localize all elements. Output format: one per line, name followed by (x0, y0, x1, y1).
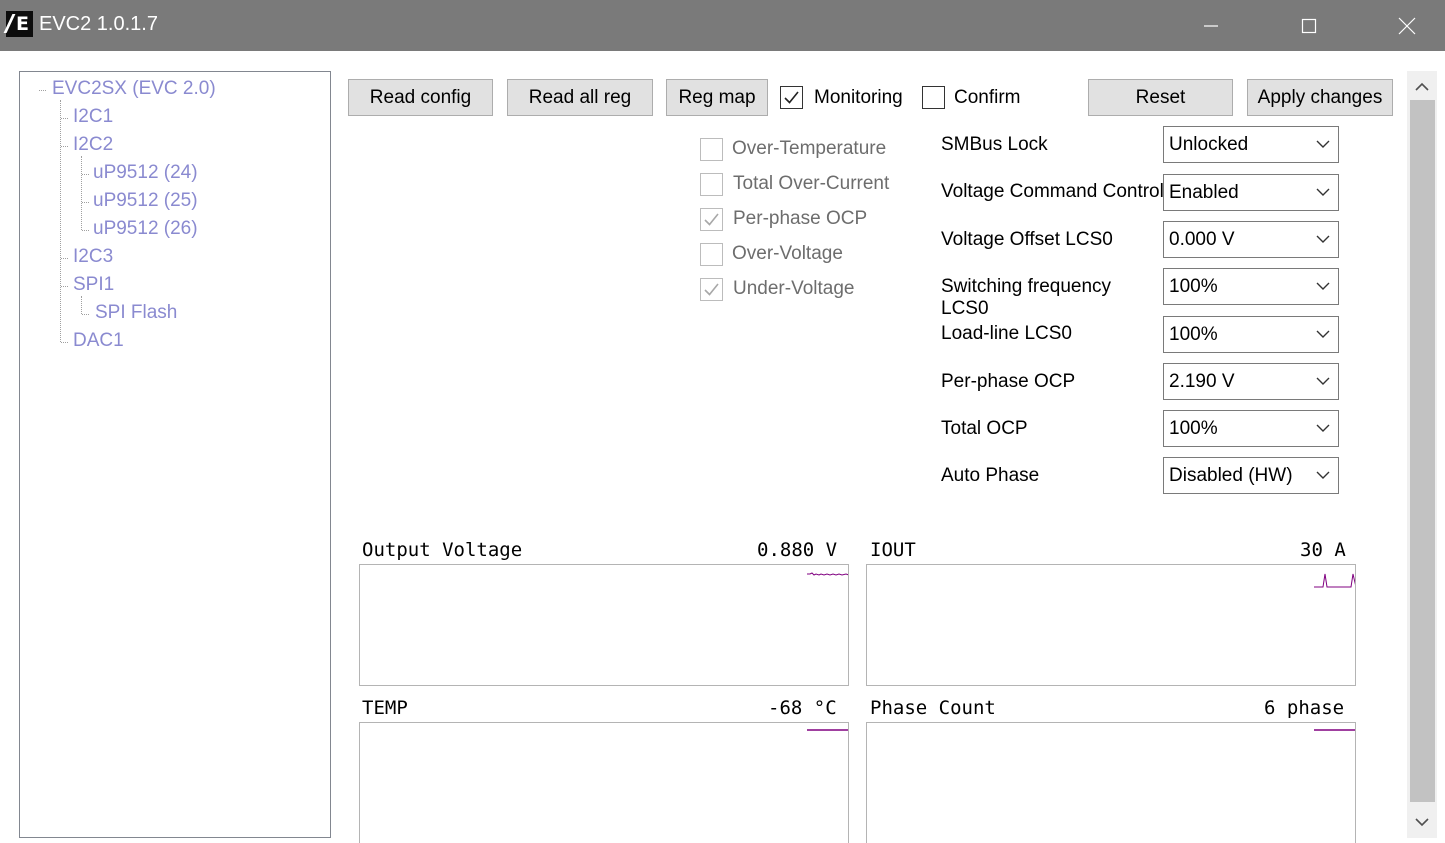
voltage-offset-select[interactable]: 0.000 V (1163, 221, 1339, 258)
check-icon (704, 213, 719, 226)
chevron-down-icon (1316, 282, 1330, 290)
reg-map-button[interactable]: Reg map (666, 79, 768, 116)
tree-item-up9512-25[interactable]: uP9512 (25) (93, 190, 198, 212)
monitoring-label: Monitoring (814, 87, 903, 108)
over-voltage-checkbox[interactable] (700, 243, 723, 266)
per-phase-ocp-select[interactable]: 2.190 V (1163, 363, 1339, 400)
scroll-down-button[interactable] (1407, 808, 1437, 836)
read-config-button[interactable]: Read config (348, 79, 493, 116)
chevron-down-icon (1316, 424, 1330, 432)
total-over-current-label: Total Over-Current (733, 173, 890, 194)
check-icon (704, 283, 719, 296)
output-voltage-trace (807, 572, 848, 576)
over-voltage-label: Over-Voltage (732, 243, 843, 264)
check-icon (784, 91, 799, 104)
monitoring-checkbox[interactable] (780, 86, 803, 109)
auto-phase-label: Auto Phase (941, 465, 1040, 486)
output-voltage-value: 0.880 V (757, 539, 838, 561)
tree-item-evc2sx[interactable]: EVC2SX (EVC 2.0) (52, 78, 216, 100)
under-voltage-label: Under-Voltage (733, 278, 855, 299)
scroll-up-button[interactable] (1407, 73, 1437, 101)
chevron-down-icon (1316, 377, 1330, 385)
confirm-label: Confirm (954, 87, 1021, 108)
load-line-select[interactable]: 100% (1163, 316, 1339, 353)
per-phase-ocp-setting-label: Per-phase OCP (941, 371, 1076, 392)
switching-frequency-label: Switching frequency LCS0 (941, 276, 1112, 319)
minimize-icon (1204, 24, 1218, 27)
voltage-command-control-select[interactable]: Enabled (1163, 174, 1339, 211)
output-voltage-graph (359, 564, 849, 686)
phase-count-label: Phase Count (870, 697, 996, 719)
maximize-icon (1301, 18, 1317, 33)
auto-phase-select[interactable]: Disabled (HW) (1163, 457, 1339, 494)
tree-item-up9512-24[interactable]: uP9512 (24) (93, 162, 198, 184)
total-ocp-label: Total OCP (941, 418, 1028, 439)
output-voltage-label: Output Voltage (362, 539, 523, 561)
minimize-button[interactable] (1162, 0, 1260, 51)
temp-graph (359, 722, 849, 843)
tree-item-dac1[interactable]: DAC1 (73, 330, 124, 352)
over-temperature-label: Over-Temperature (732, 138, 887, 159)
under-voltage-checkbox[interactable] (700, 278, 723, 301)
chevron-down-icon (1316, 330, 1330, 338)
temp-trace (807, 729, 848, 731)
confirm-checkbox[interactable] (922, 86, 945, 109)
switching-frequency-select[interactable]: 100% (1163, 268, 1339, 305)
total-ocp-select[interactable]: 100% (1163, 410, 1339, 447)
chevron-up-icon (1415, 82, 1429, 91)
reset-button[interactable]: Reset (1088, 79, 1233, 116)
chevron-down-icon (1316, 471, 1330, 479)
read-all-reg-button[interactable]: Read all reg (507, 79, 653, 116)
iout-graph (866, 564, 1356, 686)
iout-value: 30 A (1300, 539, 1346, 561)
phase-count-trace (1314, 729, 1355, 731)
chevron-down-icon (1316, 188, 1330, 196)
close-icon (1398, 17, 1416, 34)
smbus-lock-select[interactable]: Unlocked (1163, 126, 1339, 163)
over-temperature-checkbox[interactable] (700, 138, 723, 161)
load-line-label: Load-line LCS0 (941, 323, 1072, 344)
total-over-current-checkbox[interactable] (700, 173, 723, 196)
maximize-button[interactable] (1260, 0, 1358, 51)
window-title: EVC2 1.0.1.7 (39, 13, 158, 35)
temp-value: -68 °C (768, 697, 837, 719)
device-tree[interactable]: EVC2SX (EVC 2.0) I2C1 I2C2 uP9512 (24) u… (19, 71, 331, 838)
per-phase-ocp-label: Per-phase OCP (733, 208, 868, 229)
iout-trace (1314, 573, 1355, 588)
per-phase-ocp-checkbox[interactable] (700, 208, 723, 231)
chevron-down-icon (1316, 235, 1330, 243)
phase-count-graph (866, 722, 1356, 843)
voltage-offset-label: Voltage Offset LCS0 (941, 229, 1113, 250)
tree-item-up9512-26[interactable]: uP9512 (26) (93, 218, 198, 240)
smbus-lock-label: SMBus Lock (941, 134, 1048, 155)
chevron-down-icon (1415, 818, 1429, 827)
app-logo-icon: E (3, 11, 33, 37)
scroll-thumb[interactable] (1410, 100, 1435, 802)
tree-item-i2c2[interactable]: I2C2 (73, 134, 113, 156)
chevron-down-icon (1316, 140, 1330, 148)
tree-item-i2c3[interactable]: I2C3 (73, 246, 113, 268)
apply-changes-button[interactable]: Apply changes (1247, 79, 1393, 116)
phase-count-value: 6 phase (1264, 697, 1345, 719)
title-bar: E EVC2 1.0.1.7 (0, 0, 1445, 51)
tree-item-spi-flash[interactable]: SPI Flash (95, 302, 177, 324)
close-button[interactable] (1358, 0, 1445, 51)
voltage-command-control-label: Voltage Command Control (941, 181, 1164, 202)
iout-label: IOUT (870, 539, 916, 561)
tree-item-spi1[interactable]: SPI1 (73, 274, 114, 296)
tree-item-i2c1[interactable]: I2C1 (73, 106, 113, 128)
temp-label: TEMP (362, 697, 408, 719)
